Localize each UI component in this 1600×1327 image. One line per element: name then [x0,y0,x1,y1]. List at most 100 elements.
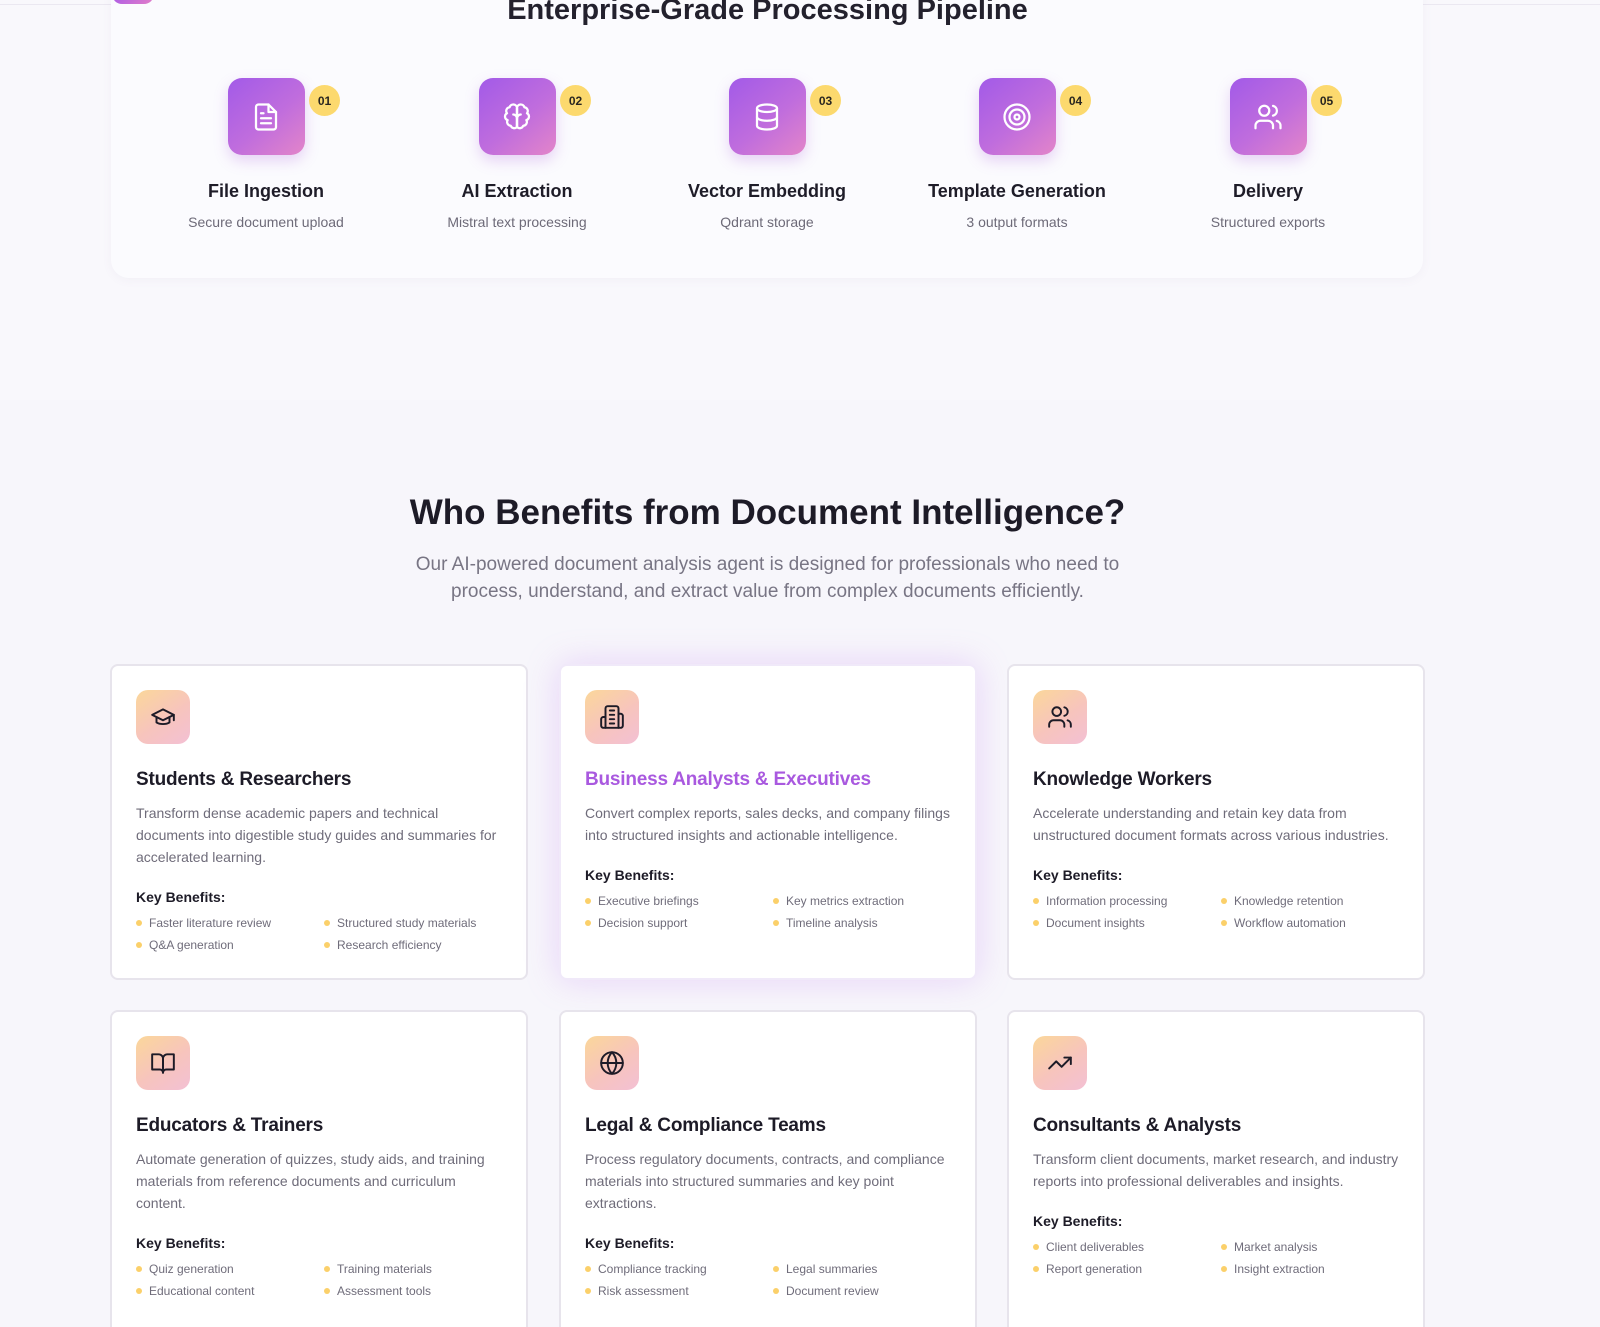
benefit-item: Document review [773,1284,953,1298]
step-description: Structured exports [1210,214,1326,230]
benefit-item: Compliance tracking [585,1262,773,1276]
benefit-text: Client deliverables [1046,1240,1145,1254]
benefit-item: Executive briefings [585,894,773,908]
benefit-text: Faster literature review [149,916,272,930]
bullet-dot [585,1288,591,1294]
users-icon [1229,78,1307,155]
benefit-item: Q&A generation [136,938,324,952]
card-description: Transform client documents, market resea… [1033,1151,1399,1189]
card-description: Process regulatory documents, contracts,… [585,1151,945,1211]
benefit-text: Training materials [337,1262,432,1276]
benefit-text: Assessment tools [337,1284,432,1298]
benefit-item: Decision support [585,916,773,930]
benefit-item: Timeline analysis [773,916,953,930]
benefit-text: Quiz generation [149,1262,234,1276]
step-description: Mistral text processing [447,214,587,230]
benefit-item: Key metrics extraction [773,894,953,908]
step-number-badge: 02 [560,85,591,116]
benefit-item: Insight extraction [1221,1262,1401,1276]
benefit-item: Quiz generation [136,1262,324,1276]
card-description: Transform dense academic papers and tech… [136,805,497,865]
card-title: Students & Researchers [136,769,352,790]
audience-card-business-analysts[interactable]: Business Analysts & Executives Convert c… [559,664,977,980]
benefit-text: Key metrics extraction [786,894,905,908]
step-number-badge: 01 [309,85,340,116]
benefit-item: Educational content [136,1284,324,1298]
benefit-text: Document review [786,1284,879,1298]
benefit-text: Decision support [598,916,688,930]
audience-card-knowledge-workers: Knowledge Workers Accelerate understandi… [1007,664,1425,980]
step-description: 3 output formats [966,214,1068,230]
trending-up-icon [1033,1036,1087,1090]
audience-card-legal-compliance: Legal & Compliance Teams Process regulat… [559,1010,977,1327]
card-title: Educators & Trainers [136,1115,324,1136]
step-description: Qdrant storage [720,214,814,230]
card-description: Automate generation of quizzes, study ai… [136,1151,485,1211]
benefit-item: Risk assessment [585,1284,773,1298]
bullet-dot [1221,1266,1227,1272]
bullet-dot [1221,920,1227,926]
benefit-item: Client deliverables [1033,1240,1221,1254]
bullet-dot [324,1266,330,1272]
benefit-text: Insight extraction [1234,1262,1325,1276]
benefit-item: Research efficiency [324,938,504,952]
audience-card-educators: Educators & Trainers Automate generation… [110,1010,528,1327]
benefit-text: Executive briefings [598,894,699,908]
benefit-item: Structured study materials [324,916,504,930]
key-benefits-label: Key Benefits: [585,1235,675,1251]
card-title: Consultants & Analysts [1033,1115,1242,1136]
benefits-list: Quiz generation Training materials Educa… [136,1262,502,1298]
step-name: Delivery [1232,181,1304,201]
audience-card-students: Students & Researchers Transform dense a… [110,664,528,980]
bullet-dot [773,1288,779,1294]
card-description: Convert complex reports, sales decks, an… [585,805,950,843]
brain-icon [478,78,556,155]
graduation-cap-icon [136,690,190,744]
file-text-icon [227,78,305,155]
bullet-dot [585,898,591,904]
step-name: Template Generation [928,181,1106,201]
step-number-badge: 04 [1060,85,1091,116]
step-name: AI Extraction [461,181,573,201]
benefit-text: Timeline analysis [786,916,878,930]
pipeline-step-vector-embedding: 03 Vector Embedding Qdrant storage [642,78,892,230]
globe-icon [585,1036,639,1090]
benefit-text: Workflow automation [1234,916,1346,930]
audience-section-subtitle: Our AI-powered document analysis agent i… [415,554,1120,602]
benefit-item: Document insights [1033,916,1221,930]
benefit-item: Market analysis [1221,1240,1401,1254]
bullet-dot [324,942,330,948]
audience-section-title: Who Benefits from Document Intelligence? [409,493,1126,532]
bullet-dot [324,920,330,926]
bullet-dot [1033,920,1039,926]
key-benefits-label: Key Benefits: [585,867,675,883]
users-icon [1033,690,1087,744]
benefit-text: Compliance tracking [598,1262,707,1276]
benefit-item: Report generation [1033,1262,1221,1276]
benefit-text: Document insights [1046,916,1145,930]
bullet-dot [136,1266,142,1272]
benefits-list: Compliance tracking Legal summaries Risk… [585,1262,951,1298]
benefit-text: Research efficiency [337,938,442,952]
card-title: Business Analysts & Executives [585,769,871,790]
step-name: Vector Embedding [687,181,847,201]
step-number-badge: 05 [1311,85,1342,116]
benefit-item: Knowledge retention [1221,894,1401,908]
bullet-dot [136,920,142,926]
database-icon [728,78,806,155]
bullet-dot [324,1288,330,1294]
benefits-list: Executive briefings Key metrics extracti… [585,894,951,930]
benefit-text: Knowledge retention [1234,894,1344,908]
bullet-dot [1033,1244,1039,1250]
benefit-text: Educational content [149,1284,255,1298]
pipeline-step-delivery: 05 Delivery Structured exports [1143,78,1393,230]
book-open-icon [136,1036,190,1090]
benefit-text: Information processing [1046,894,1168,908]
bullet-dot [1221,1244,1227,1250]
pipeline-step-ai-extraction: 02 AI Extraction Mistral text processing [392,78,642,230]
key-benefits-label: Key Benefits: [136,1235,226,1251]
card-title: Legal & Compliance Teams [585,1115,826,1136]
benefit-text: Q&A generation [149,938,234,952]
key-benefits-label: Key Benefits: [1033,867,1123,883]
card-description: Accelerate understanding and retain key … [1033,805,1389,843]
